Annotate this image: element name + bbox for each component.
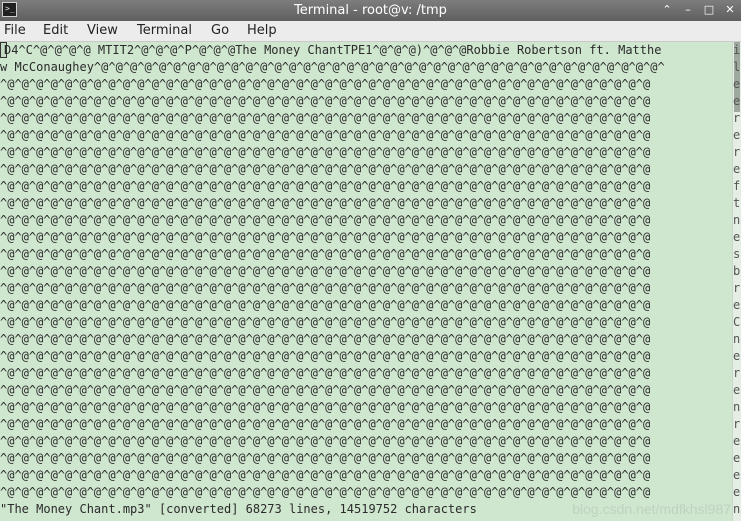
clipped-edge-char: e (733, 94, 741, 108)
maximize-icon[interactable]: □ (702, 2, 716, 18)
clipped-edge-char: e (733, 298, 741, 312)
title-bar[interactable]: >_ Terminal - root@v: /tmp ⌃ – □ ✕ (0, 0, 741, 21)
clipped-edge-char: r (733, 145, 741, 159)
clipped-edge-char: s (733, 247, 741, 261)
terminal-line: ^@^@^@^@^@^@^@^@^@^@^@^@^@^@^@^@^@^@^@^@… (0, 383, 651, 397)
clipped-edge-char: n (733, 502, 741, 516)
terminal-line: ^@^@^@^@^@^@^@^@^@^@^@^@^@^@^@^@^@^@^@^@… (0, 213, 651, 227)
clipped-edge-char: e (733, 434, 741, 448)
clipped-edge-char: e (733, 349, 741, 363)
menu-bar: File Edit View Terminal Go Help (0, 21, 741, 42)
watermark: blog.csdn.net/mdfkhsl987 (572, 501, 731, 517)
terminal-line: ^@^@^@^@^@^@^@^@^@^@^@^@^@^@^@^@^@^@^@^@… (0, 77, 651, 91)
terminal-line: ^@^@^@^@^@^@^@^@^@^@^@^@^@^@^@^@^@^@^@^@… (0, 349, 651, 363)
clipped-edge-char: r (733, 366, 741, 380)
terminal-line: ^@^@^@^@^@^@^@^@^@^@^@^@^@^@^@^@^@^@^@^@… (0, 230, 651, 244)
window-title: Terminal - root@v: /tmp (294, 3, 447, 18)
terminal-window: >_ Terminal - root@v: /tmp ⌃ – □ ✕ File … (0, 0, 741, 521)
clipped-edge-char: r (733, 417, 741, 431)
terminal-line: D4^C^@^@^@^@ MTIT2^@^@^@^P^@^@^@The Mone… (4, 43, 662, 57)
terminal-line: ^@^@^@^@^@^@^@^@^@^@^@^@^@^@^@^@^@^@^@^@… (0, 111, 651, 125)
minimize-icon[interactable]: – (681, 2, 695, 18)
terminal-line: ^@^@^@^@^@^@^@^@^@^@^@^@^@^@^@^@^@^@^@^@… (0, 162, 651, 176)
clipped-edge-char: l (733, 60, 741, 74)
close-icon[interactable]: ✕ (723, 2, 737, 18)
clipped-edge-char: e (733, 485, 741, 499)
terminal-line: ^@^@^@^@^@^@^@^@^@^@^@^@^@^@^@^@^@^@^@^@… (0, 417, 651, 431)
terminal-line: ^@^@^@^@^@^@^@^@^@^@^@^@^@^@^@^@^@^@^@^@… (0, 94, 651, 108)
terminal-line: ^@^@^@^@^@^@^@^@^@^@^@^@^@^@^@^@^@^@^@^@… (0, 400, 651, 414)
terminal-line: ^@^@^@^@^@^@^@^@^@^@^@^@^@^@^@^@^@^@^@^@… (0, 451, 651, 465)
menu-go[interactable]: Go (211, 23, 229, 39)
menu-help[interactable]: Help (247, 23, 277, 39)
terminal-line: ^@^@^@^@^@^@^@^@^@^@^@^@^@^@^@^@^@^@^@^@… (0, 145, 651, 159)
terminal-line: ^@^@^@^@^@^@^@^@^@^@^@^@^@^@^@^@^@^@^@^@… (0, 179, 651, 193)
clipped-edge-char: n (733, 332, 741, 346)
clipped-edge-char: e (733, 451, 741, 465)
terminal-output[interactable]: D4^C^@^@^@^@ MTIT2^@^@^@^P^@^@^@The Mone… (0, 42, 733, 521)
status-line: "The Money Chant.mp3" [converted] 68273 … (0, 502, 477, 516)
clipped-edge-char: e (733, 162, 741, 176)
clipped-edge-char: e (733, 128, 741, 142)
terminal-line: ^@^@^@^@^@^@^@^@^@^@^@^@^@^@^@^@^@^@^@^@… (0, 264, 651, 278)
terminal-line: ^@^@^@^@^@^@^@^@^@^@^@^@^@^@^@^@^@^@^@^@… (0, 298, 651, 312)
window-controls: ⌃ – □ ✕ (660, 2, 737, 18)
clipped-edge-char: e (733, 77, 741, 91)
clipped-edge-char: r (733, 111, 741, 125)
clipped-edge-char: i (733, 43, 741, 57)
terminal-line: ^@^@^@^@^@^@^@^@^@^@^@^@^@^@^@^@^@^@^@^@… (0, 128, 651, 142)
menu-view[interactable]: View (87, 23, 118, 39)
clipped-edge-char: b (733, 264, 741, 278)
terminal-line: ^@^@^@^@^@^@^@^@^@^@^@^@^@^@^@^@^@^@^@^@… (0, 281, 651, 295)
menu-edit[interactable]: Edit (43, 23, 68, 39)
terminal-line: ^@^@^@^@^@^@^@^@^@^@^@^@^@^@^@^@^@^@^@^@… (0, 315, 651, 329)
terminal-line: ^@^@^@^@^@^@^@^@^@^@^@^@^@^@^@^@^@^@^@^@… (0, 468, 651, 482)
clipped-edge-char: n (733, 213, 741, 227)
terminal-line: ^@^@^@^@^@^@^@^@^@^@^@^@^@^@^@^@^@^@^@^@… (0, 332, 651, 346)
clipped-edge-char: r (733, 281, 741, 295)
terminal-line: ^@^@^@^@^@^@^@^@^@^@^@^@^@^@^@^@^@^@^@^@… (0, 485, 651, 499)
shade-up-icon[interactable]: ⌃ (660, 2, 674, 18)
clipped-edge-char: e (733, 468, 741, 482)
clipped-edge-char: C (733, 315, 741, 329)
clipped-edge-char: n (733, 400, 741, 414)
clipped-edge-char: e (733, 230, 741, 244)
menu-file[interactable]: File (4, 23, 26, 39)
terminal-line: ^@^@^@^@^@^@^@^@^@^@^@^@^@^@^@^@^@^@^@^@… (0, 247, 651, 261)
terminal-line: w McConaughey^@^@^@^@^@^@^@^@^@^@^@^@^@^… (0, 60, 665, 74)
terminal-line: ^@^@^@^@^@^@^@^@^@^@^@^@^@^@^@^@^@^@^@^@… (0, 434, 651, 448)
terminal-line: ^@^@^@^@^@^@^@^@^@^@^@^@^@^@^@^@^@^@^@^@… (0, 366, 651, 380)
terminal-line: ^@^@^@^@^@^@^@^@^@^@^@^@^@^@^@^@^@^@^@^@… (0, 196, 651, 210)
clipped-edge-char: e (733, 383, 741, 397)
clipped-edge-char: t (733, 196, 741, 210)
clipped-edge-char: f (733, 179, 741, 193)
menu-terminal[interactable]: Terminal (137, 23, 192, 39)
